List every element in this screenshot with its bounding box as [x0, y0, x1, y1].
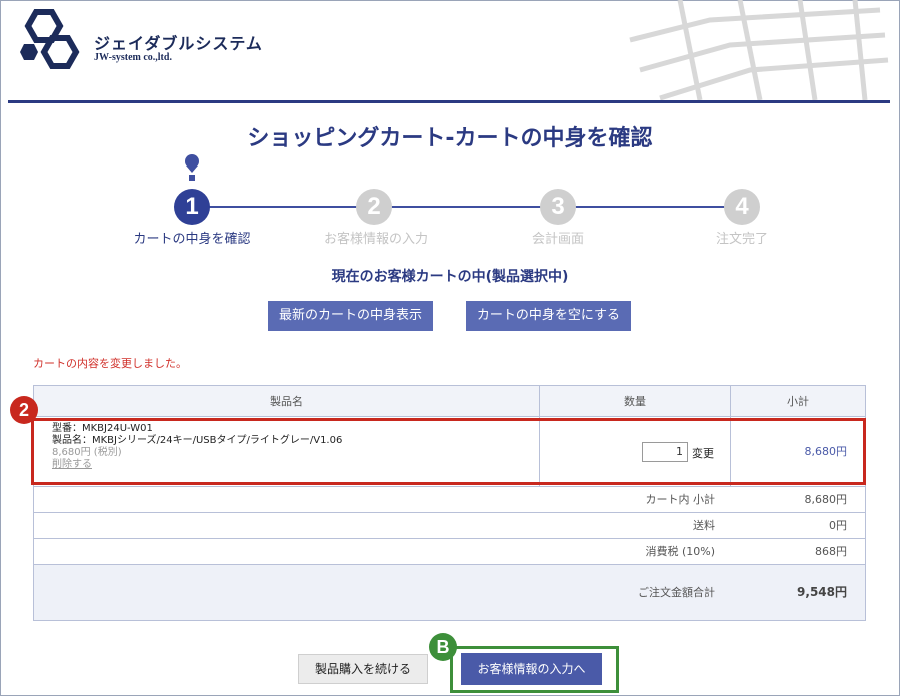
header-product-name: 製品名 — [34, 386, 540, 416]
header-decoration — [629, 0, 889, 100]
step-connector — [192, 206, 372, 208]
summary-label: 送料 — [693, 519, 715, 532]
total-label: ご注文金額合計 — [638, 586, 715, 599]
page-title: ショッピングカート-カートの中身を確認 — [247, 126, 653, 151]
step-2-label: お客様情報の入力 — [323, 232, 428, 247]
header-subtotal: 小計 — [787, 395, 809, 408]
logo-icon — [20, 9, 80, 69]
brand-name: ジェイダブルシステム — [94, 34, 263, 53]
highlight-box-next-button — [450, 646, 619, 693]
summary-value: 0円 — [829, 519, 847, 532]
summary-row-subtotal: カート内 小計 8,680円 — [34, 487, 865, 513]
step-4-label: 注文完了 — [715, 232, 768, 247]
highlight-box-cart-item — [31, 418, 866, 485]
empty-cart-button[interactable]: カートの中身を空にする — [466, 301, 631, 331]
step-3-number: 3 — [540, 189, 576, 225]
cart-updated-notice: カートの内容を変更しました。 — [33, 357, 187, 370]
step-1-number: 1 — [174, 189, 210, 225]
summary-row-tax: 消費税 (10%) 868円 — [34, 539, 865, 565]
annotation-badge-b: B — [429, 633, 457, 661]
summary-label: 消費税 (10%) — [645, 545, 715, 558]
continue-shopping-button[interactable]: 製品購入を続ける — [298, 654, 428, 684]
step-4-number: 4 — [724, 189, 760, 225]
step-3-label: 会計画面 — [531, 232, 584, 247]
summary-value: 868円 — [815, 545, 847, 558]
table-header-row: 製品名 数量 小計 — [34, 386, 865, 417]
current-step-pin-icon — [185, 154, 199, 181]
step-1-label: カートの中身を確認 — [133, 232, 251, 247]
summary-row-shipping: 送料 0円 — [34, 513, 865, 539]
summary-value: 8,680円 — [804, 493, 848, 506]
summary-row-total: ご注文金額合計 9,548円 — [34, 565, 865, 620]
brand-sub: JW-system co.,ltd. — [94, 52, 172, 63]
step-2-number: 2 — [356, 189, 392, 225]
summary-label: カート内 小計 — [645, 493, 716, 506]
site-header: ジェイダブルシステム JW-system co.,ltd. — [8, 0, 890, 103]
total-value: 9,548円 — [797, 585, 847, 599]
annotation-badge-2: 2 — [10, 396, 38, 424]
show-latest-cart-button[interactable]: 最新のカートの中身表示 — [268, 301, 433, 331]
header-quantity: 数量 — [540, 386, 731, 416]
cart-status-heading: 現在のお客様カートの中(製品選択中) — [331, 269, 569, 285]
